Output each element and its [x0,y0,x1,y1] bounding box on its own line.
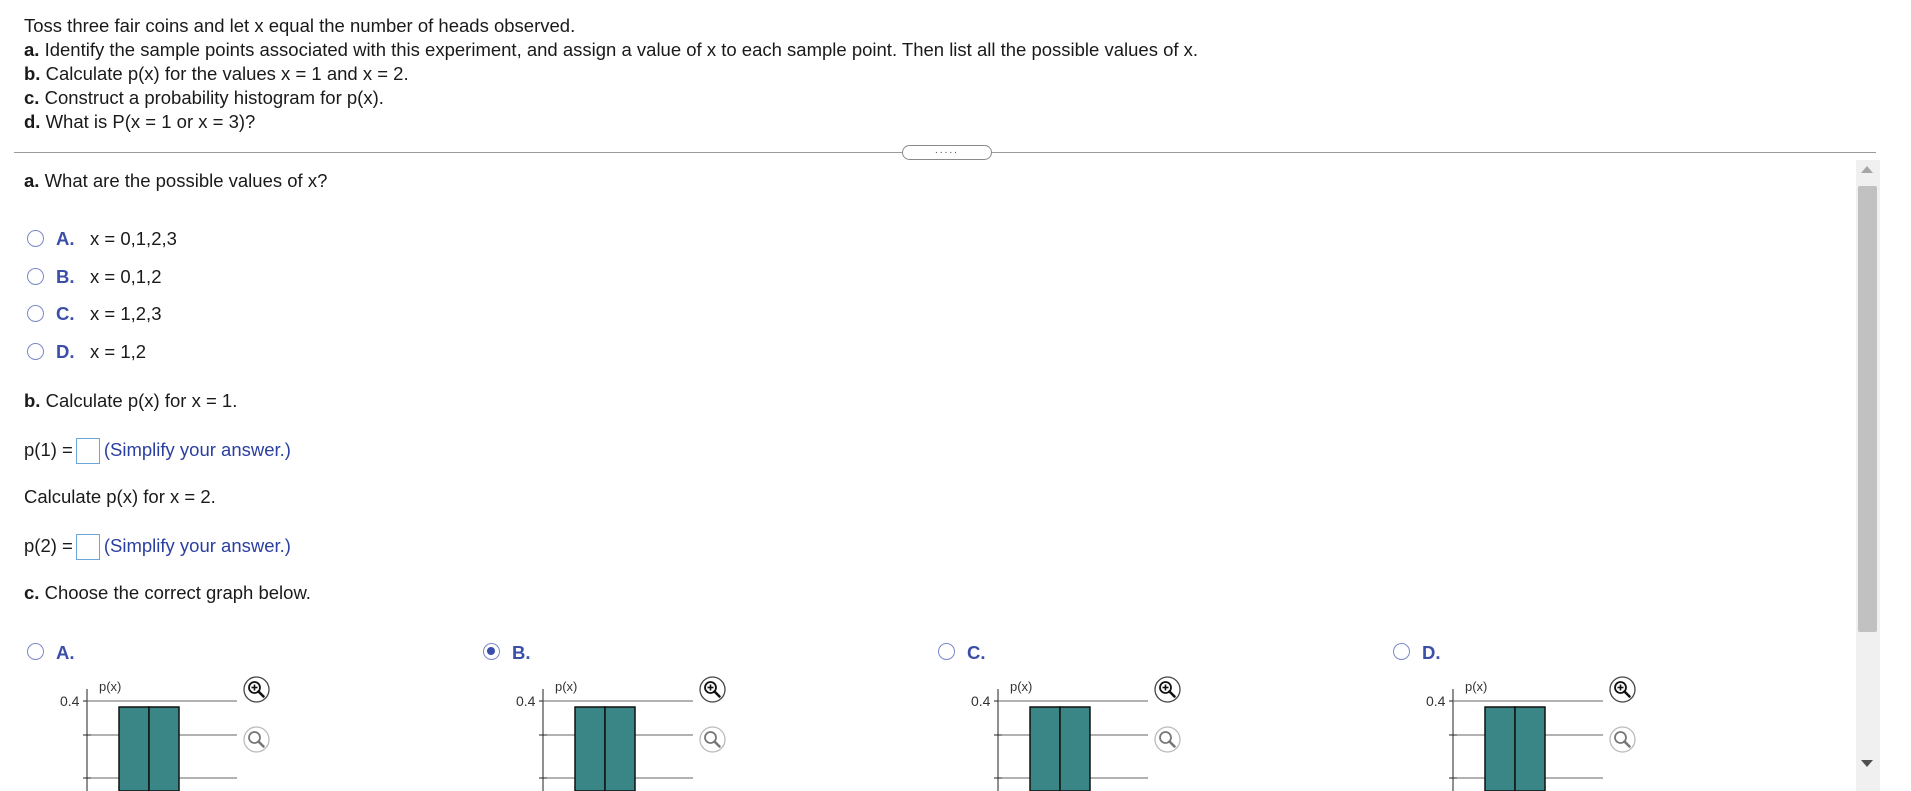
scroll-down-arrow-icon[interactable] [1861,760,1873,767]
graph-option-letter: B. [512,642,531,663]
y-axis-label: p(x) [1010,679,1032,694]
y-axis-label: p(x) [99,679,121,694]
p2-answer-input[interactable] [75,534,100,561]
radio-button[interactable] [27,643,44,660]
histogram-graph-c: p(x) 0.4 [971,679,1148,791]
histogram-bar [148,706,180,791]
p1-answer-input[interactable] [75,438,100,465]
divider-handle[interactable]: ..... [902,145,992,160]
y-tick-label: 0.4 [1426,693,1446,709]
histogram-bar [118,706,150,791]
zoom-in-icon[interactable] [1154,676,1181,703]
question-intro: Toss three fair coins and let x equal th… [24,15,576,36]
zoom-out-icon[interactable] [1154,726,1181,753]
question-part-c: c. Construct a probability histogram for… [24,87,384,108]
part-b-prompt-2: Calculate p(x) for x = 2. [24,486,216,507]
histogram-bar [574,706,606,791]
histogram-bar [604,706,636,791]
radio-button[interactable] [938,643,955,660]
y-axis-label: p(x) [1465,679,1487,694]
histogram-bar [1029,706,1061,791]
radio-button[interactable] [27,343,44,360]
zoom-in-icon[interactable] [699,676,726,703]
question-part-b: b. Calculate p(x) for the values x = 1 a… [24,63,409,84]
question-text: Toss three fair coins and let x equal th… [24,14,1198,134]
part-a-prompt: a. What are the possible values of x? [24,170,328,191]
zoom-in-icon[interactable] [1609,676,1636,703]
p2-answer-row: p(2) = (Simplify your answer.) [24,532,291,561]
histogram-graph-d: p(x) 0.4 [1426,679,1603,791]
radio-button[interactable] [27,268,44,285]
graph-option-letter: D. [1422,642,1441,663]
question-part-d: d. What is P(x = 1 or x = 3)? [24,111,256,132]
zoom-out-icon[interactable] [1609,726,1636,753]
histogram-graph-b: p(x) 0.4 [516,679,693,791]
histogram-bar [1484,706,1516,791]
y-tick-label: 0.4 [60,693,80,709]
y-tick-label: 0.4 [971,693,991,709]
histogram-graph-a: p(x) 0.4 [60,679,237,791]
radio-button[interactable] [27,230,44,247]
radio-button[interactable] [483,643,500,660]
graph-option-letter: A. [56,642,75,663]
zoom-out-icon[interactable] [699,726,726,753]
histogram-bar [1059,706,1091,791]
scrollbar-thumb[interactable] [1858,186,1877,632]
y-tick-label: 0.4 [516,693,536,709]
scroll-up-arrow-icon[interactable] [1861,166,1873,173]
graph-option-letter: C. [967,642,986,663]
radio-button[interactable] [27,305,44,322]
part-c-prompt: c. Choose the correct graph below. [24,582,311,603]
simplify-hint: (Simplify your answer.) [103,439,291,460]
part-b-prompt: b. Calculate p(x) for x = 1. [24,390,238,411]
radio-button[interactable] [1393,643,1410,660]
y-axis-label: p(x) [555,679,577,694]
p1-answer-row: p(1) = (Simplify your answer.) [24,436,291,465]
histogram-bar [1514,706,1546,791]
question-part-a: a. Identify the sample points associated… [24,39,1199,60]
zoom-out-icon[interactable] [243,726,270,753]
zoom-in-icon[interactable] [243,676,270,703]
simplify-hint: (Simplify your answer.) [103,535,291,556]
